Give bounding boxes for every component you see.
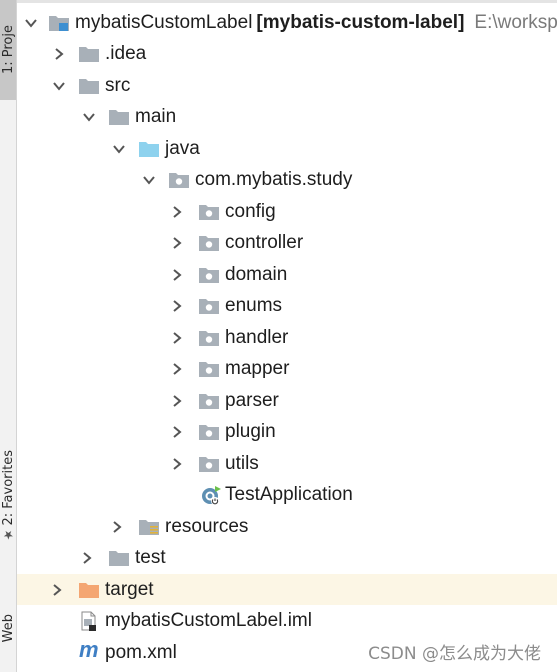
tree-node-subpackage[interactable]: utils <box>17 448 557 479</box>
package-icon <box>198 328 220 348</box>
tree-node-subpackage[interactable]: domain <box>17 259 557 290</box>
package-icon <box>198 265 220 285</box>
tree-node-subpackage[interactable]: handler <box>17 322 557 353</box>
chevron-right-icon[interactable] <box>49 582 65 598</box>
tree-node-subpackage[interactable]: enums <box>17 290 557 321</box>
maven-icon: m <box>79 637 99 662</box>
tree-node-label: java <box>165 137 200 159</box>
package-icon <box>168 170 190 190</box>
folder-icon <box>78 76 100 96</box>
star-icon: ★ <box>2 527 14 542</box>
spring-boot-class-icon <box>200 485 222 505</box>
chevron-right-icon[interactable] <box>169 267 185 283</box>
package-icon <box>198 359 220 379</box>
chevron-right-icon[interactable] <box>169 424 185 440</box>
package-icon <box>198 391 220 411</box>
project-name: mybatisCustomLabel <box>75 11 253 33</box>
tree-node-label: mybatisCustomLabel [mybatis-custom-label]… <box>75 12 557 34</box>
tree-node-subpackage[interactable]: config <box>17 196 557 227</box>
chevron-right-icon[interactable] <box>169 330 185 346</box>
module-name: [mybatis-custom-label] <box>256 11 465 33</box>
tree-node-label: pom.xml <box>105 641 177 663</box>
tree-node-subpackage[interactable]: parser <box>17 385 557 416</box>
tree-node-subpackage[interactable]: plugin <box>17 416 557 447</box>
chevron-down-icon[interactable] <box>51 78 67 94</box>
web-tool-tab-label: Web <box>0 613 16 643</box>
tree-node-iml[interactable]: mybatisCustomLabel.iml <box>17 605 557 636</box>
tree-node-main[interactable]: main <box>17 101 557 132</box>
project-tool-tab[interactable]: 1: Proje <box>0 0 16 100</box>
chevron-down-icon[interactable] <box>111 141 127 157</box>
watermark: CSDN @怎么成为大佬 <box>368 644 541 664</box>
folder-icon <box>78 44 100 64</box>
resources-folder-icon <box>138 517 160 537</box>
tree-node-idea[interactable]: .idea <box>17 38 557 69</box>
tree-node-label: com.mybatis.study <box>195 168 353 190</box>
tree-node-java[interactable]: java <box>17 133 557 164</box>
chevron-down-icon[interactable] <box>81 109 97 125</box>
tree-node-label: utils <box>225 452 259 474</box>
project-tree[interactable]: mybatisCustomLabel [mybatis-custom-label]… <box>17 3 557 672</box>
tree-node-label: src <box>105 74 131 96</box>
tree-node-subpackage[interactable]: controller <box>17 227 557 258</box>
tree-node-label: config <box>225 200 276 222</box>
chevron-right-icon[interactable] <box>169 361 185 377</box>
tree-node-label: handler <box>225 326 289 348</box>
tool-window-strip: 1: Proje 2: Favorites ★ Web <box>0 0 17 672</box>
tree-node-test[interactable]: test <box>17 542 557 573</box>
tree-node-label: enums <box>225 294 283 316</box>
chevron-right-icon[interactable] <box>169 298 185 314</box>
project-path: E:\worksp <box>474 11 557 33</box>
tree-node-label: main <box>135 105 177 127</box>
chevron-right-icon[interactable] <box>169 204 185 220</box>
folder-icon <box>108 548 130 568</box>
source-folder-icon <box>138 139 160 159</box>
favorites-tool-tab[interactable]: 2: Favorites ★ <box>0 440 16 552</box>
chevron-right-icon[interactable] <box>79 550 95 566</box>
chevron-right-icon[interactable] <box>109 519 125 535</box>
package-icon <box>198 454 220 474</box>
tree-node-label: target <box>105 578 154 600</box>
package-icon <box>198 202 220 222</box>
project-tool-tab-label: 1: Proje <box>0 25 16 75</box>
folder-icon <box>108 107 130 127</box>
chevron-right-icon[interactable] <box>169 393 185 409</box>
package-icon <box>198 296 220 316</box>
chevron-down-icon[interactable] <box>23 15 39 31</box>
tree-node-label: mapper <box>225 357 290 379</box>
tree-node-test-application[interactable]: TestApplication <box>17 479 557 510</box>
tree-node-root[interactable]: mybatisCustomLabel [mybatis-custom-label]… <box>17 7 557 38</box>
tree-node-resources[interactable]: resources <box>17 511 557 542</box>
tree-node-src[interactable]: src <box>17 70 557 101</box>
chevron-right-icon[interactable] <box>169 235 185 251</box>
tree-node-label: controller <box>225 231 304 253</box>
package-icon <box>198 233 220 253</box>
web-tool-tab[interactable]: Web <box>0 584 16 672</box>
tree-node-subpackage[interactable]: mapper <box>17 353 557 384</box>
module-file-icon <box>78 611 100 631</box>
chevron-down-icon[interactable] <box>141 172 157 188</box>
chevron-right-icon[interactable] <box>51 46 67 62</box>
tree-node-label: domain <box>225 263 288 285</box>
tree-node-label: test <box>135 546 166 568</box>
module-folder-icon <box>48 13 70 33</box>
tree-node-package[interactable]: com.mybatis.study <box>17 164 557 195</box>
tree-node-target[interactable]: target <box>17 574 557 605</box>
tree-node-label: mybatisCustomLabel.iml <box>105 609 312 631</box>
chevron-right-icon[interactable] <box>169 456 185 472</box>
tree-node-label: .idea <box>105 42 147 64</box>
tree-node-label: parser <box>225 389 279 411</box>
tree-node-label: resources <box>165 515 249 537</box>
favorites-tool-tab-label: 2: Favorites <box>0 450 16 526</box>
tree-node-label: TestApplication <box>225 483 353 505</box>
tree-node-label: plugin <box>225 420 276 442</box>
package-icon <box>198 422 220 442</box>
excluded-folder-icon <box>78 580 100 600</box>
